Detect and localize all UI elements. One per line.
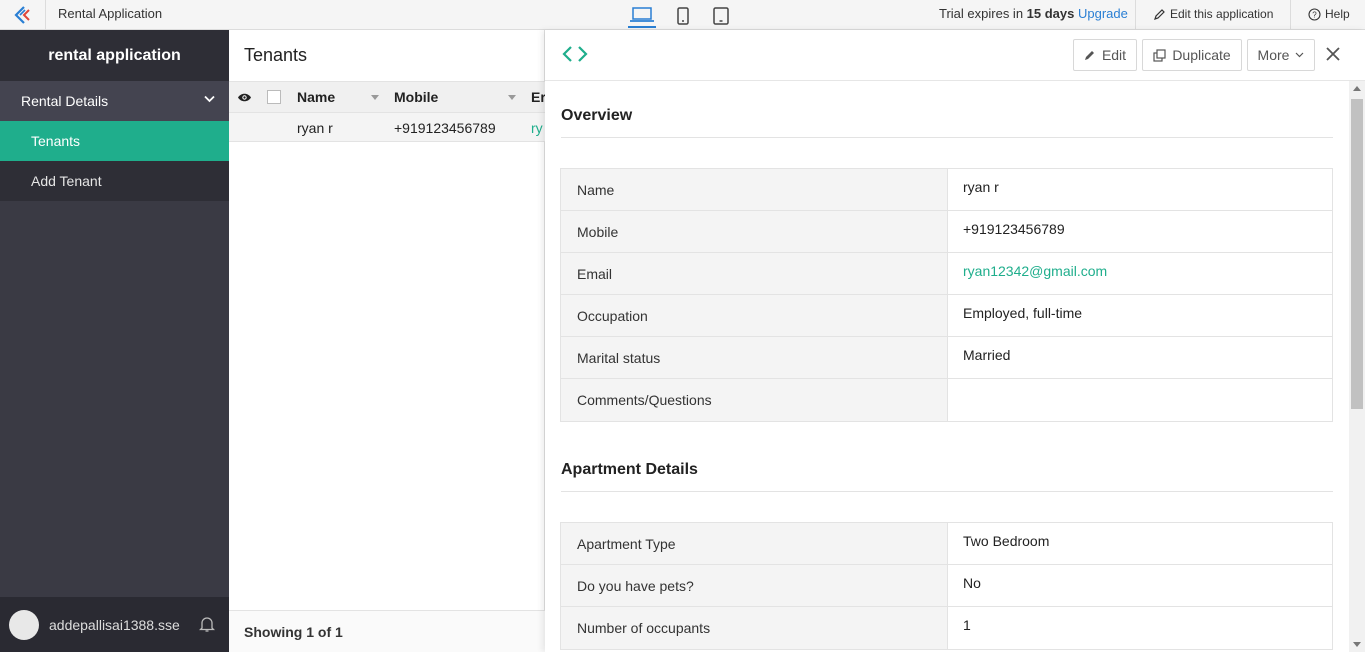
field-label: Occupation xyxy=(561,295,948,336)
table-header: Name Mobile Er xyxy=(229,81,546,113)
sort-icon[interactable] xyxy=(508,95,516,100)
field-label: Apartment Type xyxy=(561,523,948,564)
sort-icon[interactable] xyxy=(371,95,379,100)
scroll-down-icon[interactable] xyxy=(1353,642,1361,647)
field-label: Email xyxy=(561,253,948,294)
edit-application-label: Edit this application xyxy=(1170,7,1274,21)
help-button[interactable]: ? Help xyxy=(1308,7,1350,21)
divider xyxy=(45,0,46,30)
detail-toolbar: Edit Duplicate More xyxy=(545,30,1365,81)
field-value xyxy=(948,379,1332,421)
upgrade-link[interactable]: Upgrade xyxy=(1078,6,1128,21)
field-label: Comments/Questions xyxy=(561,379,948,421)
duplicate-button[interactable]: Duplicate xyxy=(1142,39,1242,71)
pencil-icon xyxy=(1154,8,1165,20)
svg-text:?: ? xyxy=(1312,10,1317,19)
trial-prefix: Trial expires in xyxy=(939,6,1024,21)
vertical-scrollbar[interactable] xyxy=(1349,81,1365,652)
close-icon[interactable] xyxy=(1326,47,1340,61)
pencil-icon xyxy=(1084,51,1094,60)
field-label: Name xyxy=(561,169,948,210)
laptop-icon[interactable] xyxy=(628,4,656,28)
field-label: Mobile xyxy=(561,211,948,252)
field-row-occupants: Number of occupants 1 xyxy=(561,607,1332,649)
avatar[interactable] xyxy=(9,609,39,640)
field-label: Marital status xyxy=(561,337,948,378)
sidebar: rental application Rental Details Tenant… xyxy=(0,30,229,652)
cell-mobile: +919123456789 xyxy=(394,120,496,136)
overview-table: Name ryan r Mobile +919123456789 Email r… xyxy=(560,168,1333,422)
sidebar-item-label: Add Tenant xyxy=(31,173,102,189)
section-title-apartment: Apartment Details xyxy=(561,461,698,478)
detail-content[interactable]: Overview Name ryan r Mobile +91912345678… xyxy=(545,81,1349,652)
divider xyxy=(1290,0,1291,30)
column-header-name[interactable]: Name xyxy=(297,89,335,105)
eye-icon[interactable] xyxy=(237,92,252,103)
cell-email[interactable]: ry xyxy=(531,120,543,136)
record-detail-panel: Edit Duplicate More Overview Name ryan r… xyxy=(545,30,1365,652)
apartment-table: Apartment Type Two Bedroom Do you have p… xyxy=(560,522,1333,650)
record-count: Showing 1 of 1 xyxy=(229,610,545,652)
select-all-checkbox[interactable] xyxy=(267,90,281,104)
column-header-mobile[interactable]: Mobile xyxy=(394,89,438,105)
divider xyxy=(561,137,1333,138)
field-value: +919123456789 xyxy=(963,221,1065,237)
field-value: 1 xyxy=(963,617,971,633)
field-row-mobile: Mobile +919123456789 xyxy=(561,211,1332,253)
field-row-marital-status: Marital status Married xyxy=(561,337,1332,379)
section-title-overview: Overview xyxy=(561,107,633,124)
code-icon[interactable] xyxy=(562,44,588,64)
field-label: Number of occupants xyxy=(561,607,948,649)
sidebar-item-add-tenant[interactable]: Add Tenant xyxy=(0,161,229,201)
app-logo-icon[interactable] xyxy=(10,4,36,26)
edit-button[interactable]: Edit xyxy=(1073,39,1137,71)
edit-label: Edit xyxy=(1101,47,1127,63)
user-footer: addepallisai1388.sse xyxy=(0,597,229,652)
chevron-down-icon xyxy=(1296,52,1304,58)
top-bar: Rental Application Trial expires in 15 d… xyxy=(0,0,1365,30)
scrollbar-thumb[interactable] xyxy=(1351,99,1363,409)
bell-icon[interactable] xyxy=(199,616,215,633)
field-label: Do you have pets? xyxy=(561,565,948,606)
field-row-apartment-type: Apartment Type Two Bedroom xyxy=(561,523,1332,565)
duplicate-label: Duplicate xyxy=(1172,47,1231,63)
username[interactable]: addepallisai1388.sse xyxy=(49,617,180,633)
help-label: Help xyxy=(1325,7,1350,21)
field-value: Married xyxy=(963,347,1011,363)
help-icon: ? xyxy=(1308,7,1321,21)
tablet-icon[interactable] xyxy=(707,4,735,28)
phone-icon[interactable] xyxy=(669,4,697,28)
field-row-comments: Comments/Questions xyxy=(561,379,1332,421)
trial-days: 15 days xyxy=(1026,6,1075,21)
cell-name: ryan r xyxy=(297,120,333,136)
column-header-email[interactable]: Er xyxy=(531,89,546,105)
duplicate-icon xyxy=(1153,48,1166,62)
tenants-list-panel: Tenants Name Mobile Er ryan r +919123456… xyxy=(229,30,546,652)
field-value: ryan r xyxy=(963,179,999,195)
edit-application-button[interactable]: Edit this application xyxy=(1153,7,1273,21)
divider xyxy=(561,491,1333,492)
email-link[interactable]: ryan12342@gmail.com xyxy=(948,253,1332,294)
field-value: Two Bedroom xyxy=(963,533,1050,549)
page-title: Tenants xyxy=(244,45,308,65)
sidebar-section-rental-details[interactable]: Rental Details xyxy=(0,81,229,121)
scroll-up-icon[interactable] xyxy=(1353,86,1361,91)
more-label: More xyxy=(1257,47,1290,63)
field-row-email: Email ryan12342@gmail.com xyxy=(561,253,1332,295)
chevron-down-icon xyxy=(204,95,215,103)
field-row-name: Name ryan r xyxy=(561,169,1332,211)
more-button[interactable]: More xyxy=(1247,39,1315,71)
sidebar-title: rental application xyxy=(0,30,229,81)
field-row-occupation: Occupation Employed, full-time xyxy=(561,295,1332,337)
field-value: Employed, full-time xyxy=(963,305,1083,321)
app-title: Rental Application xyxy=(58,6,163,21)
field-row-pets: Do you have pets? No xyxy=(561,565,1332,607)
sidebar-item-tenants[interactable]: Tenants xyxy=(0,121,229,161)
sidebar-item-label: Tenants xyxy=(31,133,81,149)
divider xyxy=(1135,0,1136,30)
table-row[interactable]: ryan r +919123456789 ry xyxy=(229,113,545,142)
sidebar-section-label: Rental Details xyxy=(21,93,109,109)
trial-notice: Trial expires in 15 days Upgrade xyxy=(939,6,1128,21)
field-value: No xyxy=(963,575,981,591)
